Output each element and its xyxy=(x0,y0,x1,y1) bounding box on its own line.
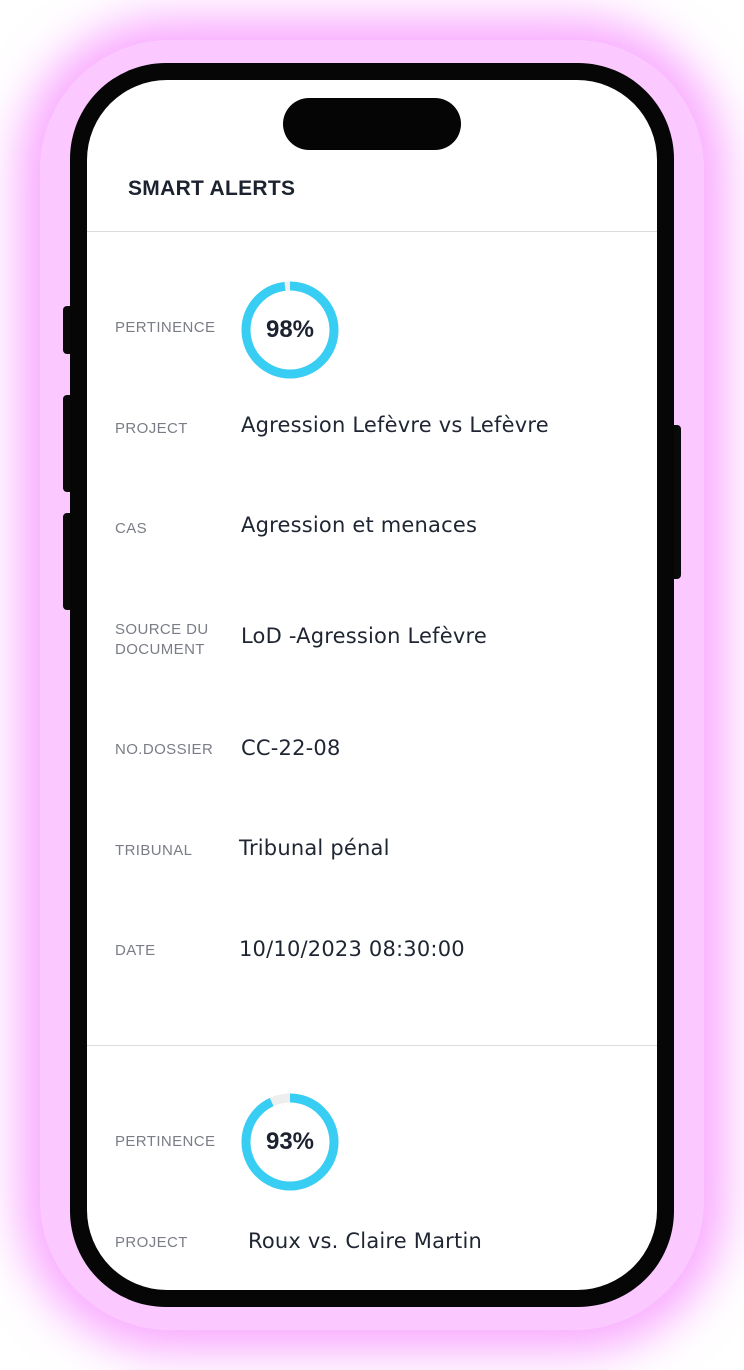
source-label: SOURCE DU DOCUMENT xyxy=(115,620,209,660)
phone-screen: SMART ALERTS PERTINENCE 98% PROJECT Agre… xyxy=(87,80,657,1290)
tribunal-label: TRIBUNAL xyxy=(115,842,193,859)
dynamic-island xyxy=(283,98,461,150)
project-label: PROJECT xyxy=(115,1234,188,1251)
pertinence-value: 93% xyxy=(265,1128,315,1155)
date-value: 10/10/2023 08:30:00 xyxy=(239,937,465,961)
dossier-label: NO.DOSSIER xyxy=(115,741,214,758)
source-value: LoD -Agression Lefèvre xyxy=(241,624,487,648)
page-title: SMART ALERTS xyxy=(128,177,296,200)
pertinence-label: PERTINENCE xyxy=(115,319,216,336)
project-label: PROJECT xyxy=(115,420,188,437)
tribunal-value: Tribunal pénal xyxy=(239,836,390,860)
header-divider xyxy=(87,231,657,232)
cas-label: CAS xyxy=(115,520,148,537)
pertinence-ring: 98% xyxy=(239,279,341,381)
card-divider xyxy=(87,1045,657,1046)
source-label-line1: SOURCE DU xyxy=(115,621,209,638)
dossier-value: CC-22-08 xyxy=(241,736,341,760)
pertinence-ring: 93% xyxy=(239,1091,341,1193)
pertinence-label: PERTINENCE xyxy=(115,1133,216,1150)
date-label: DATE xyxy=(115,942,156,959)
project-value: Roux vs. Claire Martin xyxy=(248,1229,482,1253)
project-value: Agression Lefèvre vs Lefèvre xyxy=(241,413,549,437)
source-label-line2: DOCUMENT xyxy=(115,641,205,658)
pertinence-value: 98% xyxy=(265,316,315,343)
cas-value: Agression et menaces xyxy=(241,513,478,537)
